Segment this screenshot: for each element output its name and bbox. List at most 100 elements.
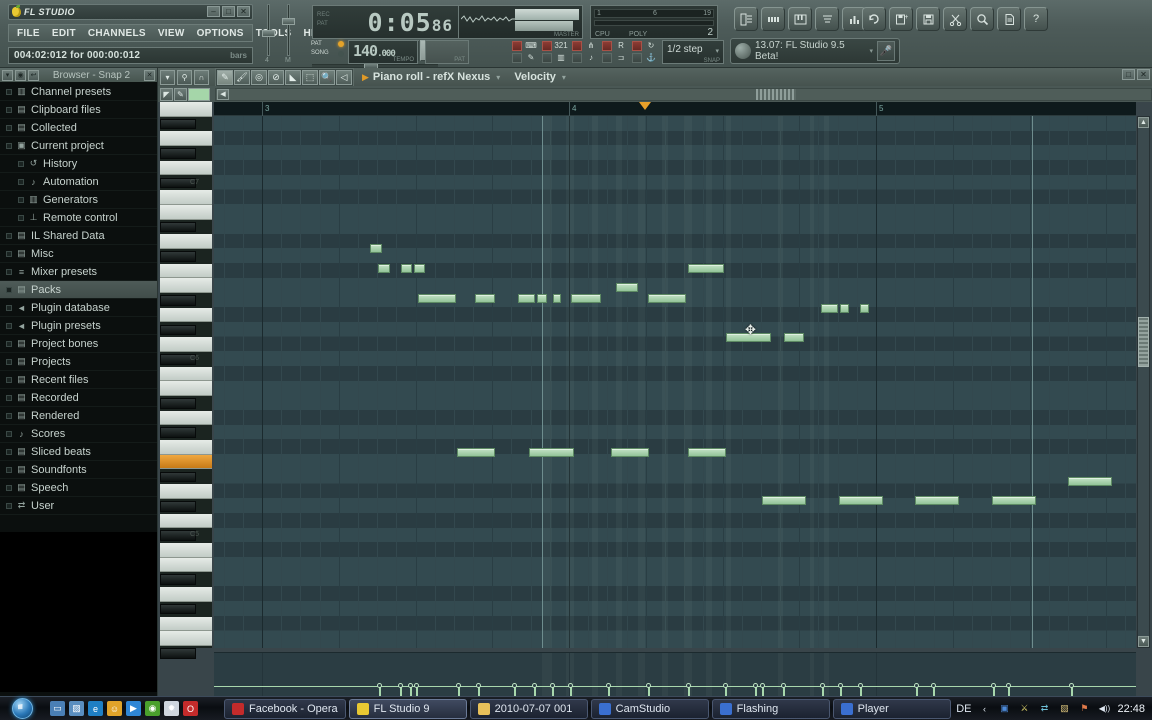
note-grid[interactable]: ✥: [214, 116, 1136, 648]
browser-item-generators[interactable]: ▥ Generators: [0, 191, 157, 209]
piano-roll-maximize-button[interactable]: □: [1122, 69, 1135, 80]
piano-black-key[interactable]: [160, 324, 196, 336]
taskbar-window-player[interactable]: Player: [832, 698, 951, 719]
toggle-wait-for-input[interactable]: ⊐: [602, 52, 632, 64]
piano-roll-note[interactable]: [553, 294, 561, 303]
taskbar-window-2010-07-07-001[interactable]: 2010-07-07 001: [469, 698, 588, 719]
draw-tool[interactable]: ✎: [217, 69, 233, 85]
maximize-button[interactable]: □: [222, 6, 235, 17]
piano-roll-note[interactable]: [839, 496, 883, 505]
velocity-handle[interactable]: [512, 683, 517, 688]
browser-menu-button[interactable]: ▾: [2, 69, 13, 81]
piano-roll-note[interactable]: [401, 264, 412, 273]
horizontal-zoom-scroll[interactable]: ◀: [215, 87, 1152, 101]
piano-black-key[interactable]: [160, 427, 196, 439]
piano-roll-note[interactable]: [518, 294, 535, 303]
cut-icon[interactable]: [943, 7, 967, 31]
expand-toggle-icon[interactable]: [6, 448, 12, 455]
piano-white-key[interactable]: [160, 263, 212, 279]
file-icon[interactable]: [997, 7, 1021, 31]
browser-item-rendered[interactable]: ▤ Rendered: [0, 407, 157, 425]
browser-close-button[interactable]: ✕: [144, 69, 155, 81]
piano-white-key[interactable]: [160, 278, 212, 294]
piano-black-key[interactable]: [160, 471, 196, 483]
taskbar-window-camstudio[interactable]: CamStudio: [590, 698, 709, 719]
velocity-handle[interactable]: [377, 683, 382, 688]
browser-item-clipboard-files[interactable]: ▤ Clipboard files: [0, 101, 157, 119]
tray-chevron-icon[interactable]: ‹: [977, 702, 991, 716]
expand-toggle-icon[interactable]: [6, 124, 12, 131]
browser-item-recorded[interactable]: ▤ Recorded: [0, 389, 157, 407]
microphone-icon[interactable]: 🎤: [877, 41, 895, 61]
paint-tool[interactable]: 🖌: [234, 69, 250, 85]
piano-white-key[interactable]: [160, 102, 212, 117]
piano-roll-note[interactable]: [370, 244, 382, 253]
piano-white-key[interactable]: [160, 381, 212, 396]
browser-item-mixer-presets[interactable]: ≡ Mixer presets: [0, 263, 157, 281]
sync-icon[interactable]: ⇄: [1037, 702, 1051, 716]
expand-toggle-icon[interactable]: [18, 214, 24, 221]
browser-back-button[interactable]: ↩: [28, 69, 39, 81]
playback-tool[interactable]: ◁: [336, 69, 352, 85]
expand-toggle-icon[interactable]: [6, 502, 12, 509]
velocity-handle[interactable]: [408, 683, 413, 688]
playhead-marker[interactable]: [639, 102, 651, 110]
piano-roll-note[interactable]: [378, 264, 390, 273]
expand-toggle-icon[interactable]: [6, 394, 12, 401]
piano-roll-note[interactable]: [529, 448, 574, 457]
show-desktop-icon[interactable]: ▭: [50, 701, 65, 716]
taskbar-window-fl-studio-9[interactable]: FL Studio 9: [348, 698, 467, 719]
velocity-handle[interactable]: [456, 683, 461, 688]
browser-icon[interactable]: [815, 7, 839, 31]
firefox-icon[interactable]: ✹: [164, 701, 179, 716]
toggle-step-edit[interactable]: 321: [542, 40, 572, 52]
volume-icon[interactable]: ◀)): [1097, 702, 1111, 716]
expand-toggle-icon[interactable]: [6, 340, 12, 347]
velocity-handle[interactable]: [568, 683, 573, 688]
piano-white-key[interactable]: [160, 557, 212, 573]
piano-roll-timeline[interactable]: 3 4 5: [214, 102, 1136, 116]
browser-item-channel-presets[interactable]: ▥ Channel presets: [0, 83, 157, 101]
pattern-led[interactable]: [338, 41, 344, 47]
menu-file[interactable]: FILE: [11, 28, 46, 39]
browser-item-automation[interactable]: ♪ Automation: [0, 173, 157, 191]
menu-edit[interactable]: EDIT: [46, 28, 82, 39]
browser-item-packs[interactable]: ▤ Packs: [0, 281, 157, 299]
piano-roll-note[interactable]: [992, 496, 1036, 505]
toggle-count-in[interactable]: ⚓: [632, 52, 662, 64]
expand-toggle-icon[interactable]: [6, 322, 12, 329]
chrome-icon[interactable]: ◉: [145, 701, 160, 716]
app-tray-icon[interactable]: ▧: [1057, 702, 1071, 716]
piano-white-key[interactable]: [160, 131, 212, 147]
zoom-icon[interactable]: [970, 7, 994, 31]
piano-roll-note[interactable]: [616, 283, 638, 292]
piano-keyboard[interactable]: C7 C6 C5: [160, 102, 212, 659]
undo-icon[interactable]: [862, 7, 886, 31]
expand-toggle-icon[interactable]: [18, 178, 24, 185]
velocity-handle[interactable]: [476, 683, 481, 688]
browser-item-plugin-presets[interactable]: ◄ Plugin presets: [0, 317, 157, 335]
piano-roll-menu-button[interactable]: ▾: [160, 69, 175, 85]
master-fader-1[interactable]: 4: [262, 4, 275, 64]
toggle-wave[interactable]: ✎: [512, 52, 542, 64]
scroll-down-button[interactable]: ▼: [1138, 636, 1149, 647]
note-pen-button[interactable]: ✎: [174, 87, 187, 101]
delete-tool[interactable]: ◎: [251, 69, 267, 85]
piano-roll-note[interactable]: [457, 448, 495, 457]
velocity-handle[interactable]: [991, 683, 996, 688]
piano-roll-note[interactable]: [821, 304, 838, 313]
piano-roll-note[interactable]: [648, 294, 686, 303]
time-display-panel[interactable]: REC PAT 0:0586: [312, 5, 460, 39]
expand-toggle-icon[interactable]: [6, 376, 12, 383]
piano-black-key[interactable]: [160, 398, 196, 409]
slice-tool[interactable]: ◣: [285, 69, 301, 85]
piano-black-key[interactable]: [160, 118, 196, 130]
taskbar-window-facebook-opera[interactable]: Facebook - Opera: [224, 698, 346, 719]
expand-toggle-icon[interactable]: [6, 142, 12, 149]
help-icon[interactable]: ?: [1024, 7, 1048, 31]
expand-toggle-icon[interactable]: [6, 286, 12, 293]
piano-black-key[interactable]: [160, 148, 196, 159]
expand-toggle-icon[interactable]: [18, 196, 24, 203]
piano-white-key[interactable]: [160, 410, 212, 426]
expand-toggle-icon[interactable]: [6, 466, 12, 473]
